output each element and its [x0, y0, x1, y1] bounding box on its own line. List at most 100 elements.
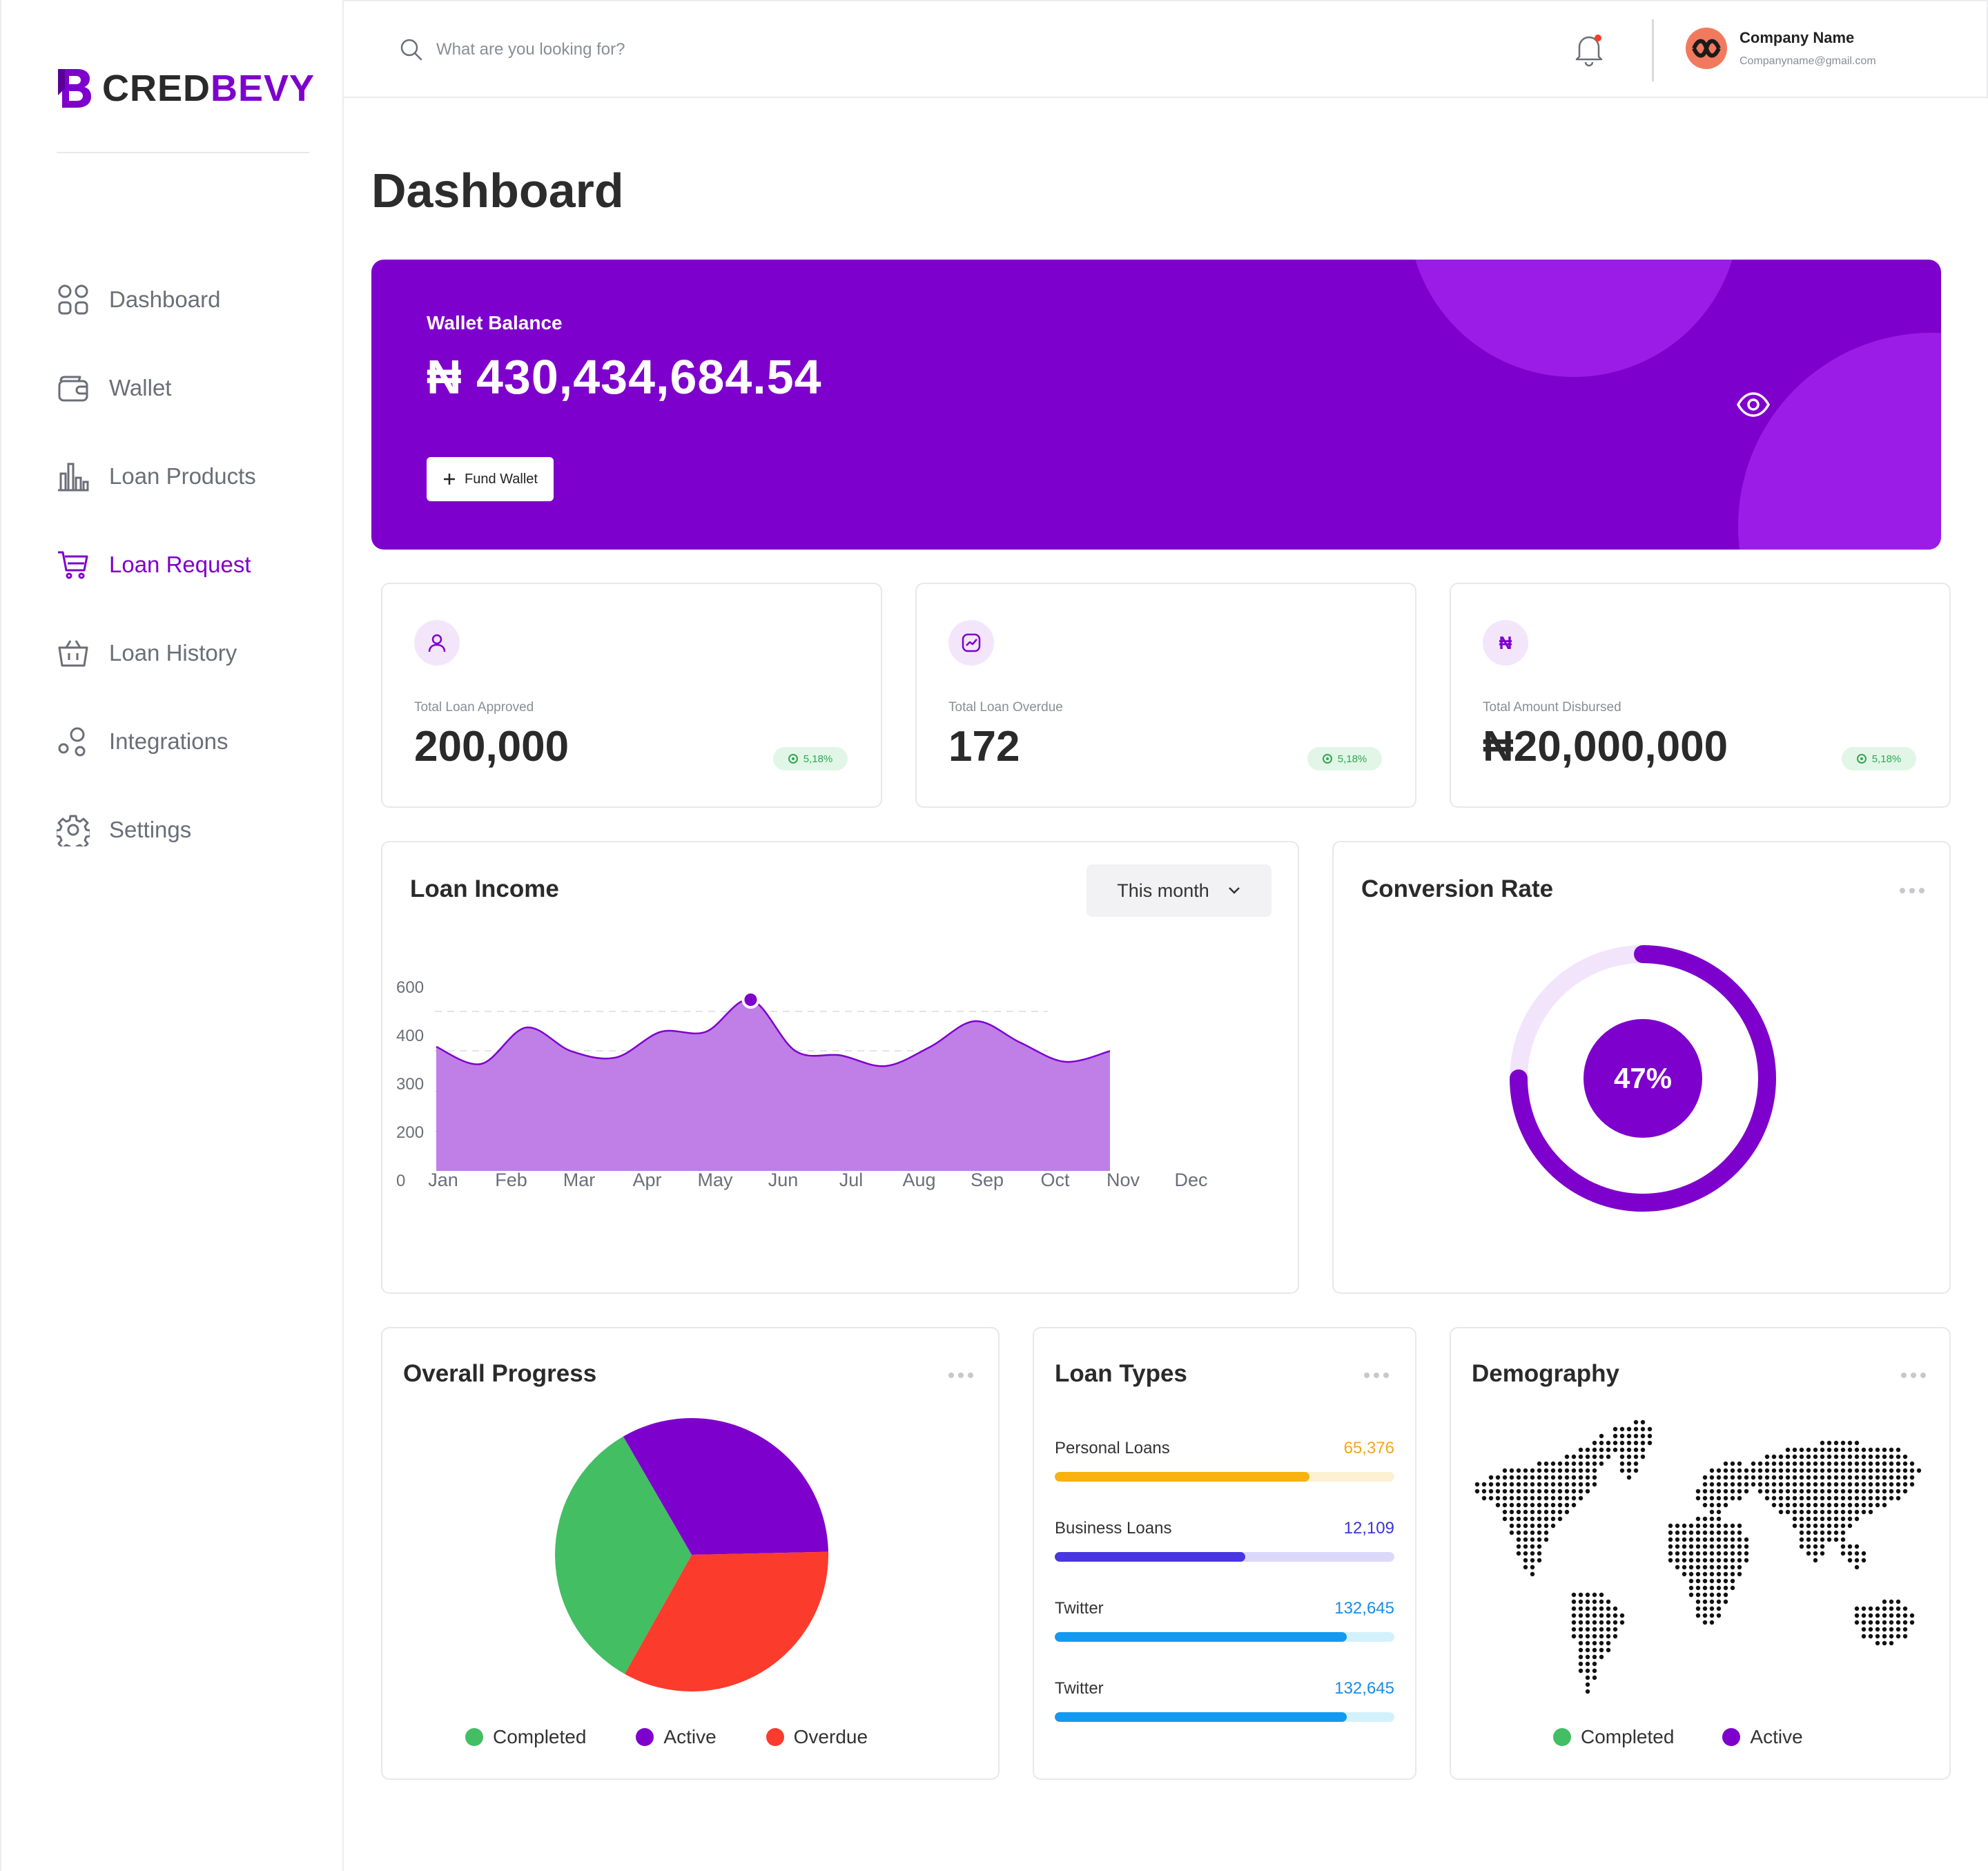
- map-dot: [1889, 1613, 1894, 1618]
- brand-logo[interactable]: CREDBEVY: [58, 66, 315, 110]
- map-dot: [1557, 1489, 1563, 1494]
- map-dot: [1702, 1495, 1708, 1501]
- map-dot: [1550, 1495, 1556, 1501]
- card-title: Overall Progress: [403, 1360, 597, 1387]
- map-dot: [1578, 1461, 1583, 1466]
- map-dot: [1744, 1537, 1749, 1542]
- map-dot: [1840, 1475, 1846, 1480]
- map-dot: [1730, 1558, 1735, 1563]
- sidebar-item-loan-history[interactable]: Loan History: [57, 609, 319, 697]
- fund-wallet-button[interactable]: Fund Wallet: [427, 457, 554, 501]
- map-dot: [1799, 1475, 1804, 1480]
- sidebar-item-loan-products[interactable]: Loan Products: [57, 432, 319, 521]
- company-email: Companyname@gmail.com: [1740, 55, 1876, 67]
- map-dot: [1564, 1461, 1570, 1466]
- map-dot: [1619, 1461, 1625, 1466]
- map-dot: [1854, 1447, 1860, 1453]
- map-dot: [1730, 1551, 1735, 1556]
- map-dot: [1889, 1627, 1894, 1632]
- more-options-icon[interactable]: [1900, 888, 1930, 896]
- map-dot: [1792, 1475, 1797, 1480]
- map-dot: [1730, 1571, 1735, 1577]
- map-dot: [1578, 1495, 1583, 1501]
- map-dot: [1820, 1551, 1825, 1556]
- map-dot: [1578, 1654, 1583, 1660]
- map-dot: [1516, 1523, 1521, 1529]
- map-dot: [1571, 1489, 1577, 1494]
- map-dot: [1709, 1509, 1715, 1515]
- map-dot: [1688, 1558, 1694, 1563]
- map-dot: [1744, 1558, 1749, 1563]
- map-dot: [1847, 1509, 1853, 1515]
- map-dot: [1709, 1578, 1715, 1584]
- map-dot: [1633, 1468, 1639, 1473]
- map-dot: [1847, 1440, 1853, 1446]
- map-dot: [1585, 1447, 1590, 1453]
- map-dot: [1675, 1544, 1680, 1549]
- map-dot: [1688, 1564, 1694, 1570]
- period-select[interactable]: This month: [1086, 864, 1271, 917]
- cart-icon: [58, 551, 88, 579]
- map-dot: [1682, 1537, 1687, 1542]
- map-dot: [1502, 1509, 1508, 1515]
- map-dot: [1875, 1482, 1880, 1487]
- map-dot: [1668, 1558, 1673, 1563]
- map-dot: [1571, 1613, 1577, 1618]
- map-dot: [1709, 1551, 1715, 1556]
- search-bar[interactable]: [399, 37, 850, 62]
- search-input[interactable]: [436, 40, 850, 59]
- eye-icon[interactable]: [1737, 388, 1770, 421]
- map-dot: [1799, 1516, 1804, 1522]
- loan-type-progress-bar: [1055, 1552, 1394, 1562]
- map-dot: [1751, 1482, 1756, 1487]
- map-dot: [1799, 1461, 1804, 1466]
- sidebar: CREDBEVY Dashboard Wallet Loan Products: [0, 0, 344, 1871]
- avatar: [1686, 28, 1727, 69]
- sidebar-item-dashboard[interactable]: Dashboard: [57, 255, 319, 344]
- map-dot: [1530, 1502, 1535, 1508]
- map-dot: [1868, 1495, 1873, 1501]
- map-dot: [1633, 1447, 1639, 1453]
- map-dot: [1730, 1489, 1735, 1494]
- map-dot: [1571, 1599, 1577, 1605]
- map-dot: [1612, 1426, 1618, 1432]
- map-dot: [1571, 1482, 1577, 1487]
- map-dot: [1813, 1509, 1818, 1515]
- map-dot: [1606, 1440, 1611, 1446]
- map-dot: [1875, 1495, 1880, 1501]
- map-dot: [1785, 1475, 1791, 1480]
- profile-menu[interactable]: Company Name Companyname@gmail.com: [1686, 28, 1876, 69]
- map-dot: [1833, 1489, 1839, 1494]
- map-dot: [1578, 1613, 1583, 1618]
- sidebar-item-loan-request[interactable]: Loan Request: [57, 521, 319, 609]
- map-dot: [1902, 1475, 1908, 1480]
- more-options-icon[interactable]: [1901, 1373, 1931, 1381]
- sidebar-item-settings[interactable]: Settings: [57, 786, 319, 874]
- map-dot: [1516, 1475, 1521, 1480]
- map-dot: [1820, 1468, 1825, 1473]
- map-dot: [1695, 1613, 1701, 1618]
- map-dot: [1820, 1454, 1825, 1460]
- progress-fill: [1055, 1632, 1347, 1642]
- map-dot: [1785, 1447, 1791, 1453]
- fund-wallet-label: Fund Wallet: [465, 471, 538, 487]
- map-dot: [1488, 1475, 1494, 1480]
- map-dot: [1619, 1433, 1625, 1439]
- bell-icon[interactable]: [1572, 32, 1606, 68]
- map-dot: [1633, 1433, 1639, 1439]
- map-dot: [1833, 1537, 1839, 1542]
- more-options-icon[interactable]: [948, 1373, 979, 1381]
- map-dot: [1564, 1502, 1570, 1508]
- map-dot: [1509, 1509, 1514, 1515]
- search-icon: [400, 39, 422, 61]
- sidebar-item-wallet[interactable]: Wallet: [57, 344, 319, 432]
- map-dot: [1571, 1606, 1577, 1611]
- more-options-icon[interactable]: [1364, 1373, 1394, 1381]
- map-dot: [1861, 1447, 1867, 1453]
- map-dot: [1571, 1627, 1577, 1632]
- map-dot: [1612, 1433, 1618, 1439]
- sidebar-item-integrations[interactable]: Integrations: [57, 697, 319, 786]
- x-tick-label: Apr: [632, 1170, 661, 1190]
- map-dot: [1820, 1544, 1825, 1549]
- map-dot: [1509, 1468, 1514, 1473]
